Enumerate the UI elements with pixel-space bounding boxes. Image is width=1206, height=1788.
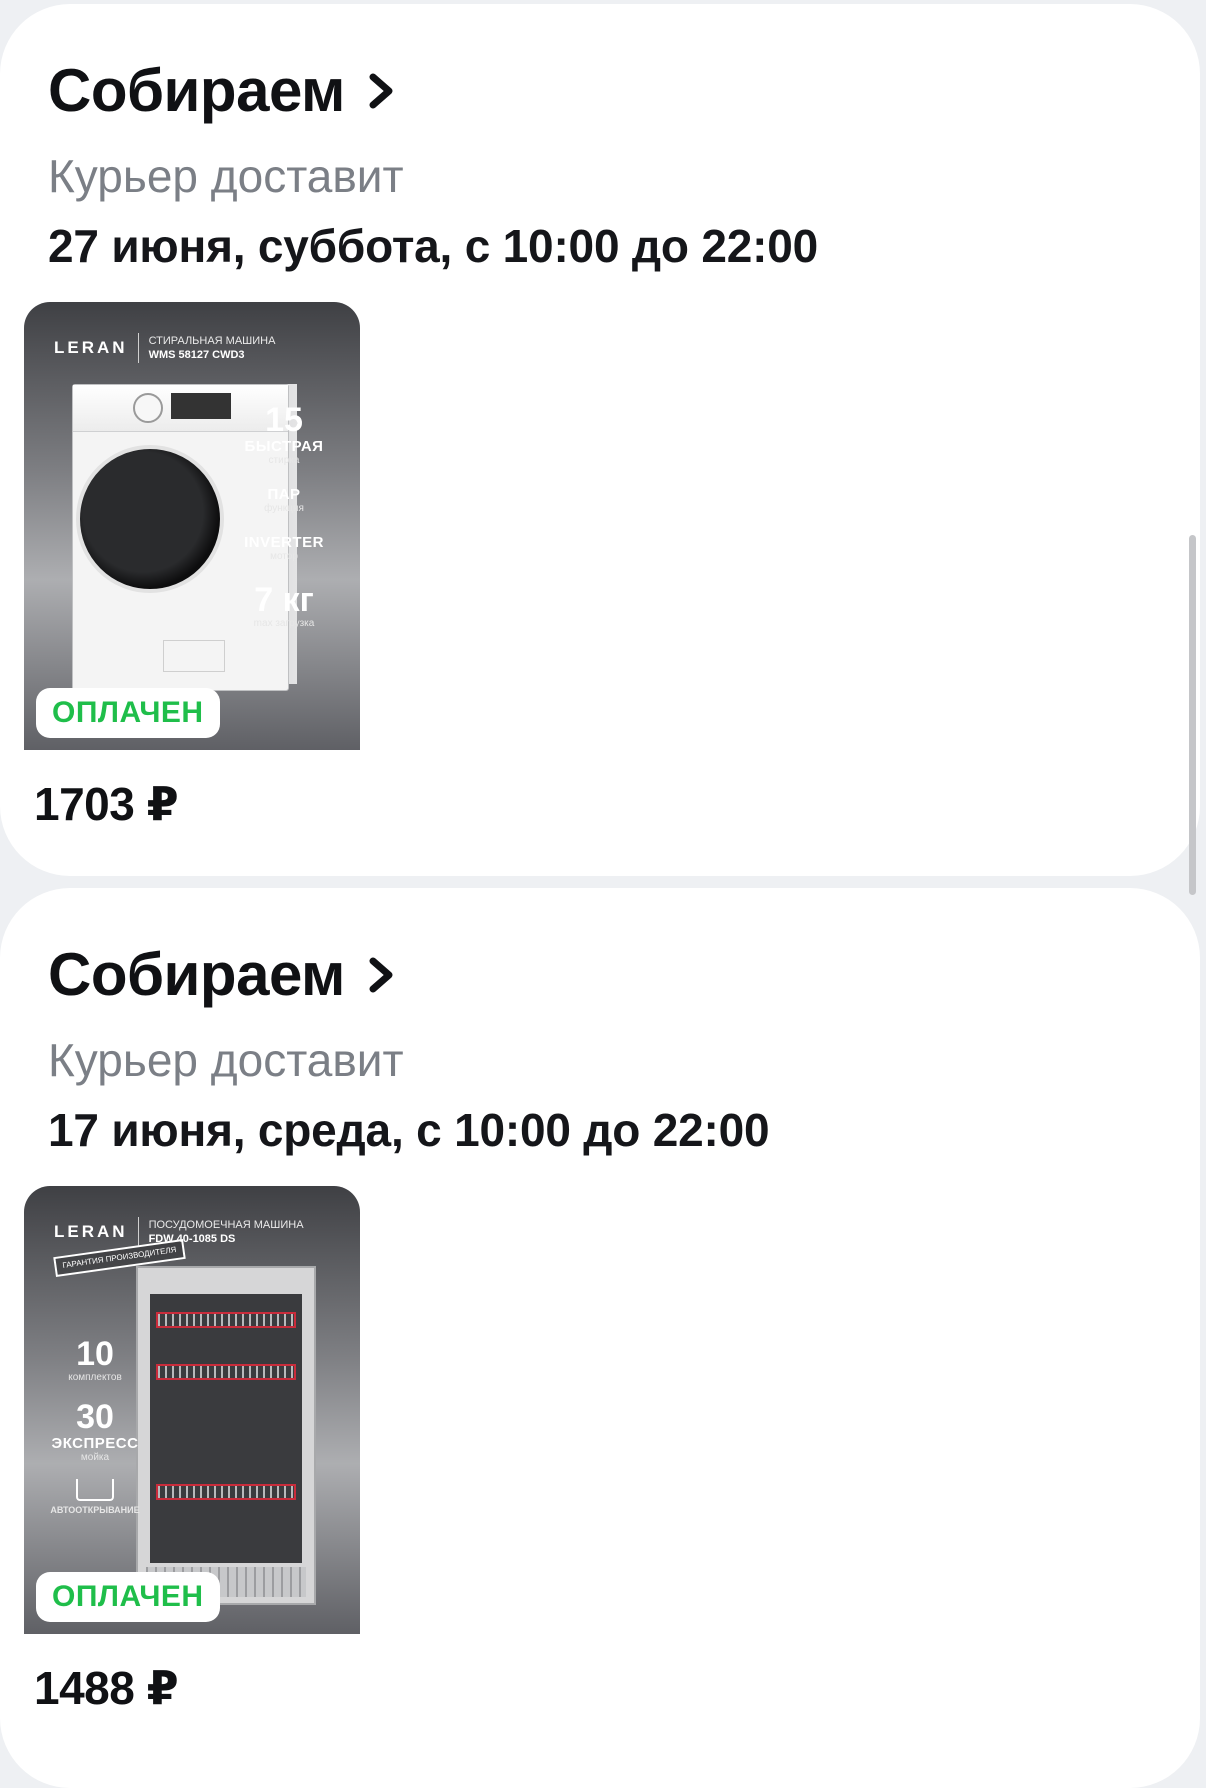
chevron-right-icon (365, 955, 399, 995)
middle-rack (156, 1364, 296, 1380)
order-price: 1703 ₽ (34, 778, 179, 830)
chevron-right-icon (365, 71, 399, 111)
feature-value: 7 кг (254, 581, 314, 619)
product-image[interactable]: LERAN ПОСУДОМОЕЧНАЯ МАШИНА FDW 40-1085 D… (24, 1186, 360, 1634)
feature-title: ЭКСПРЕСС (51, 1435, 139, 1452)
paid-status-badge: ОПЛАЧЕН (36, 688, 220, 738)
feature-title: БЫСТРАЯ (244, 438, 324, 455)
order-status-title: Собираем (48, 941, 345, 1008)
delivery-method: Курьер доставит (48, 150, 404, 202)
washer-drawer (163, 640, 225, 672)
order-price: 1488 ₽ (34, 1662, 179, 1714)
order-status-link[interactable]: Собираем (48, 940, 399, 1010)
product-image[interactable]: LERAN СТИРАЛЬНАЯ МАШИНА WMS 58127 CWD3 1… (24, 302, 360, 750)
order-card[interactable]: Собираем Курьер доставит 17 июня, среда,… (0, 888, 1200, 1788)
product-header: LERAN ПОСУДОМОЕЧНАЯ МАШИНА FDW 40-1085 D… (54, 1214, 340, 1250)
order-status-link[interactable]: Собираем (48, 56, 399, 126)
feature-caption: АВТООТКРЫВАНИЕ (50, 1505, 140, 1515)
order-status-title: Собираем (48, 57, 345, 124)
dishwasher-image (136, 1266, 316, 1605)
divider (137, 1217, 139, 1247)
washer-knob (133, 393, 163, 423)
delivery-method: Курьер доставит (48, 1034, 404, 1086)
scrollbar[interactable] (1189, 535, 1196, 895)
delivery-date: 17 июня, среда, с 10:00 до 22:00 (48, 1104, 770, 1156)
upper-rack (156, 1312, 296, 1328)
paid-status-badge: ОПЛАЧЕН (36, 1572, 220, 1622)
brand-logo: LERAN (54, 1222, 128, 1241)
feature-caption: функция (264, 503, 304, 514)
feature-title: INVERTER (244, 534, 324, 551)
feature-value: 15 (265, 401, 303, 439)
product-features: 15 БЫСТРАЯ стирка ПАР функция INVERTER м… (220, 402, 348, 649)
feature-title: ПАР (267, 486, 301, 503)
product-model: WMS 58127 CWD3 (148, 349, 245, 361)
dishwasher-interior (150, 1294, 302, 1563)
feature-caption: мотор (270, 551, 298, 562)
order-card[interactable]: Собираем Курьер доставит 27 июня, суббот… (0, 4, 1200, 876)
feature-caption: мойка (80, 1452, 110, 1463)
product-features: 10 комплектов 30 ЭКСПРЕСС мойка АВТООТКР… (40, 1336, 150, 1531)
feature-value: 10 (76, 1335, 114, 1373)
product-type: СТИРАЛЬНАЯ МАШИНА WMS 58127 CWD3 (148, 335, 276, 361)
feature-caption: комплектов (68, 1372, 122, 1383)
washer-door (76, 445, 224, 593)
product-header: LERAN СТИРАЛЬНАЯ МАШИНА WMS 58127 CWD3 (54, 330, 340, 366)
divider (137, 333, 139, 363)
feature-value: 30 (76, 1398, 114, 1436)
delivery-date: 27 июня, суббота, с 10:00 до 22:00 (48, 220, 819, 272)
brand-logo: LERAN (54, 338, 128, 357)
lower-rack (156, 1484, 296, 1500)
feature-caption: max загрузка (253, 618, 315, 629)
feature-caption: стирка (268, 455, 300, 466)
auto-open-icon (76, 1479, 114, 1501)
